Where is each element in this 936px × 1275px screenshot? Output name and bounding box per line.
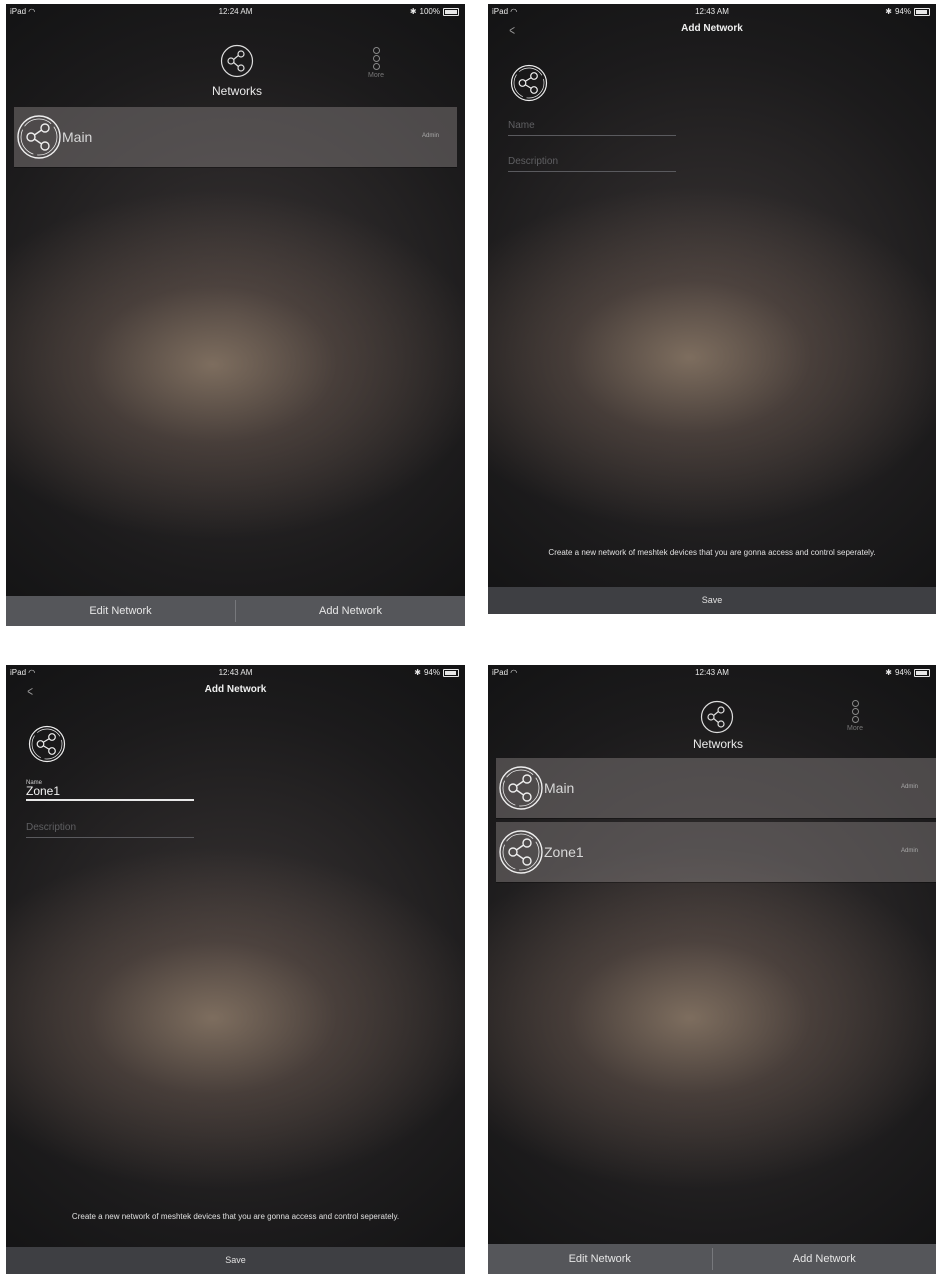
edit-network-button[interactable]: Edit Network (6, 596, 235, 626)
page-title: Networks (211, 84, 262, 98)
network-share-icon (28, 725, 66, 763)
network-share-icon (499, 766, 543, 810)
network-row-zone1[interactable]: Zone1 Admin (496, 822, 936, 882)
share-icon[interactable] (700, 700, 734, 734)
add-network-screen-empty: iPad ◠ 12:43 AM ✱ 94% < Add Network Name … (488, 4, 936, 614)
battery-percent: 94% (894, 7, 911, 16)
description-field[interactable]: Description (508, 156, 676, 172)
share-icon[interactable] (220, 44, 254, 78)
battery-percent: 94% (423, 668, 440, 677)
network-role: Admin (900, 848, 918, 854)
name-field[interactable]: Name Zone1 (26, 780, 194, 801)
more-dot-icon (851, 700, 859, 707)
more-button[interactable]: More (840, 699, 870, 732)
description-field[interactable]: Description (26, 822, 194, 838)
network-share-icon (499, 830, 543, 874)
more-dot-icon (372, 55, 380, 62)
battery-icon (914, 668, 930, 677)
bottom-toolbar: Edit Network Add Network (6, 596, 465, 626)
status-bar: iPad ◠ 12:43 AM ✱ 94% (488, 4, 936, 20)
status-bar: iPad ◠ 12:43 AM ✱ 94% (6, 665, 465, 681)
status-bar: iPad ◠ 12:43 AM ✱ 94% (488, 665, 936, 681)
description-placeholder: Description (508, 156, 559, 167)
status-time: 12:43 AM (695, 668, 729, 677)
network-share-icon (510, 64, 548, 102)
status-time: 12:24 AM (218, 7, 253, 16)
status-time: 12:43 AM (218, 668, 253, 677)
name-placeholder: Name (508, 120, 535, 131)
battery-percent: 100% (419, 7, 440, 16)
bluetooth-icon: ✱ (409, 7, 417, 16)
field-underline (508, 171, 676, 172)
add-network-button[interactable]: Add Network (713, 1244, 936, 1274)
more-label: More (368, 72, 384, 79)
status-right: ✱ 100% (410, 7, 459, 16)
network-row-main[interactable]: Main Admin (14, 107, 457, 167)
save-button[interactable]: Save (6, 1247, 465, 1274)
network-name: Main (62, 129, 93, 145)
name-field[interactable]: Name (508, 120, 676, 136)
network-role: Admin (900, 784, 918, 790)
bottom-toolbar: Edit Network Add Network (488, 1244, 936, 1274)
battery-icon (443, 7, 459, 16)
field-underline-active (26, 799, 194, 801)
save-button[interactable]: Save (488, 587, 936, 614)
more-dot-icon (851, 716, 859, 723)
status-right: ✱ 94% (414, 668, 459, 677)
network-name: Zone1 (544, 844, 584, 860)
name-value: Zone1 (26, 784, 61, 798)
status-right: ✱ 94% (885, 7, 930, 16)
more-dot-icon (851, 708, 859, 715)
networks-screen-updated: iPad ◠ 12:43 AM ✱ 94% Networks More Main … (488, 665, 936, 1274)
help-text: Create a new network of meshtek devices … (548, 548, 876, 557)
more-button[interactable]: More (361, 46, 391, 79)
more-dot-icon (372, 47, 380, 54)
add-network-screen-filled: iPad ◠ 12:43 AM ✱ 94% < Add Network Name … (6, 665, 465, 1274)
page-title: Add Network (681, 23, 743, 34)
add-network-button[interactable]: Add Network (236, 596, 465, 626)
bluetooth-icon: ✱ (885, 7, 892, 16)
battery-icon (914, 7, 930, 16)
network-role: Admin (421, 133, 439, 139)
description-placeholder: Description (26, 822, 77, 833)
status-time: 12:43 AM (695, 7, 729, 16)
bluetooth-icon: ✱ (885, 668, 892, 677)
more-label: More (847, 725, 863, 732)
battery-percent: 94% (894, 668, 911, 677)
page-title: Networks (692, 737, 743, 751)
help-text: Create a new network of meshtek devices … (71, 1212, 400, 1221)
network-name: Main (544, 780, 575, 796)
network-share-icon (17, 115, 61, 159)
status-bar: iPad ◠ 12:24 AM ✱ 100% (6, 4, 465, 20)
bluetooth-icon: ✱ (414, 668, 421, 677)
more-dot-icon (372, 63, 380, 70)
battery-icon (443, 668, 459, 677)
networks-screen: iPad ◠ 12:24 AM ✱ 100% Networks More Main… (6, 4, 465, 626)
field-underline (26, 837, 194, 838)
page-title: Add Network (204, 684, 267, 695)
status-right: ✱ 94% (885, 668, 930, 677)
network-row-main[interactable]: Main Admin (496, 758, 936, 818)
field-underline (508, 135, 676, 136)
edit-network-button[interactable]: Edit Network (488, 1244, 712, 1274)
